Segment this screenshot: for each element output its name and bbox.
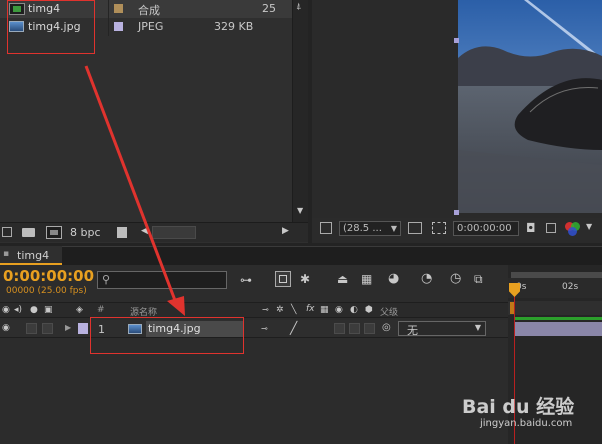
watermark: Bai du 经验 jingyan.baidu.com: [458, 388, 598, 440]
annotation-arrow: [84, 65, 185, 316]
watermark-brand: Bai du 经验: [462, 396, 575, 418]
watermark-url: jingyan.baidu.com: [480, 418, 573, 429]
